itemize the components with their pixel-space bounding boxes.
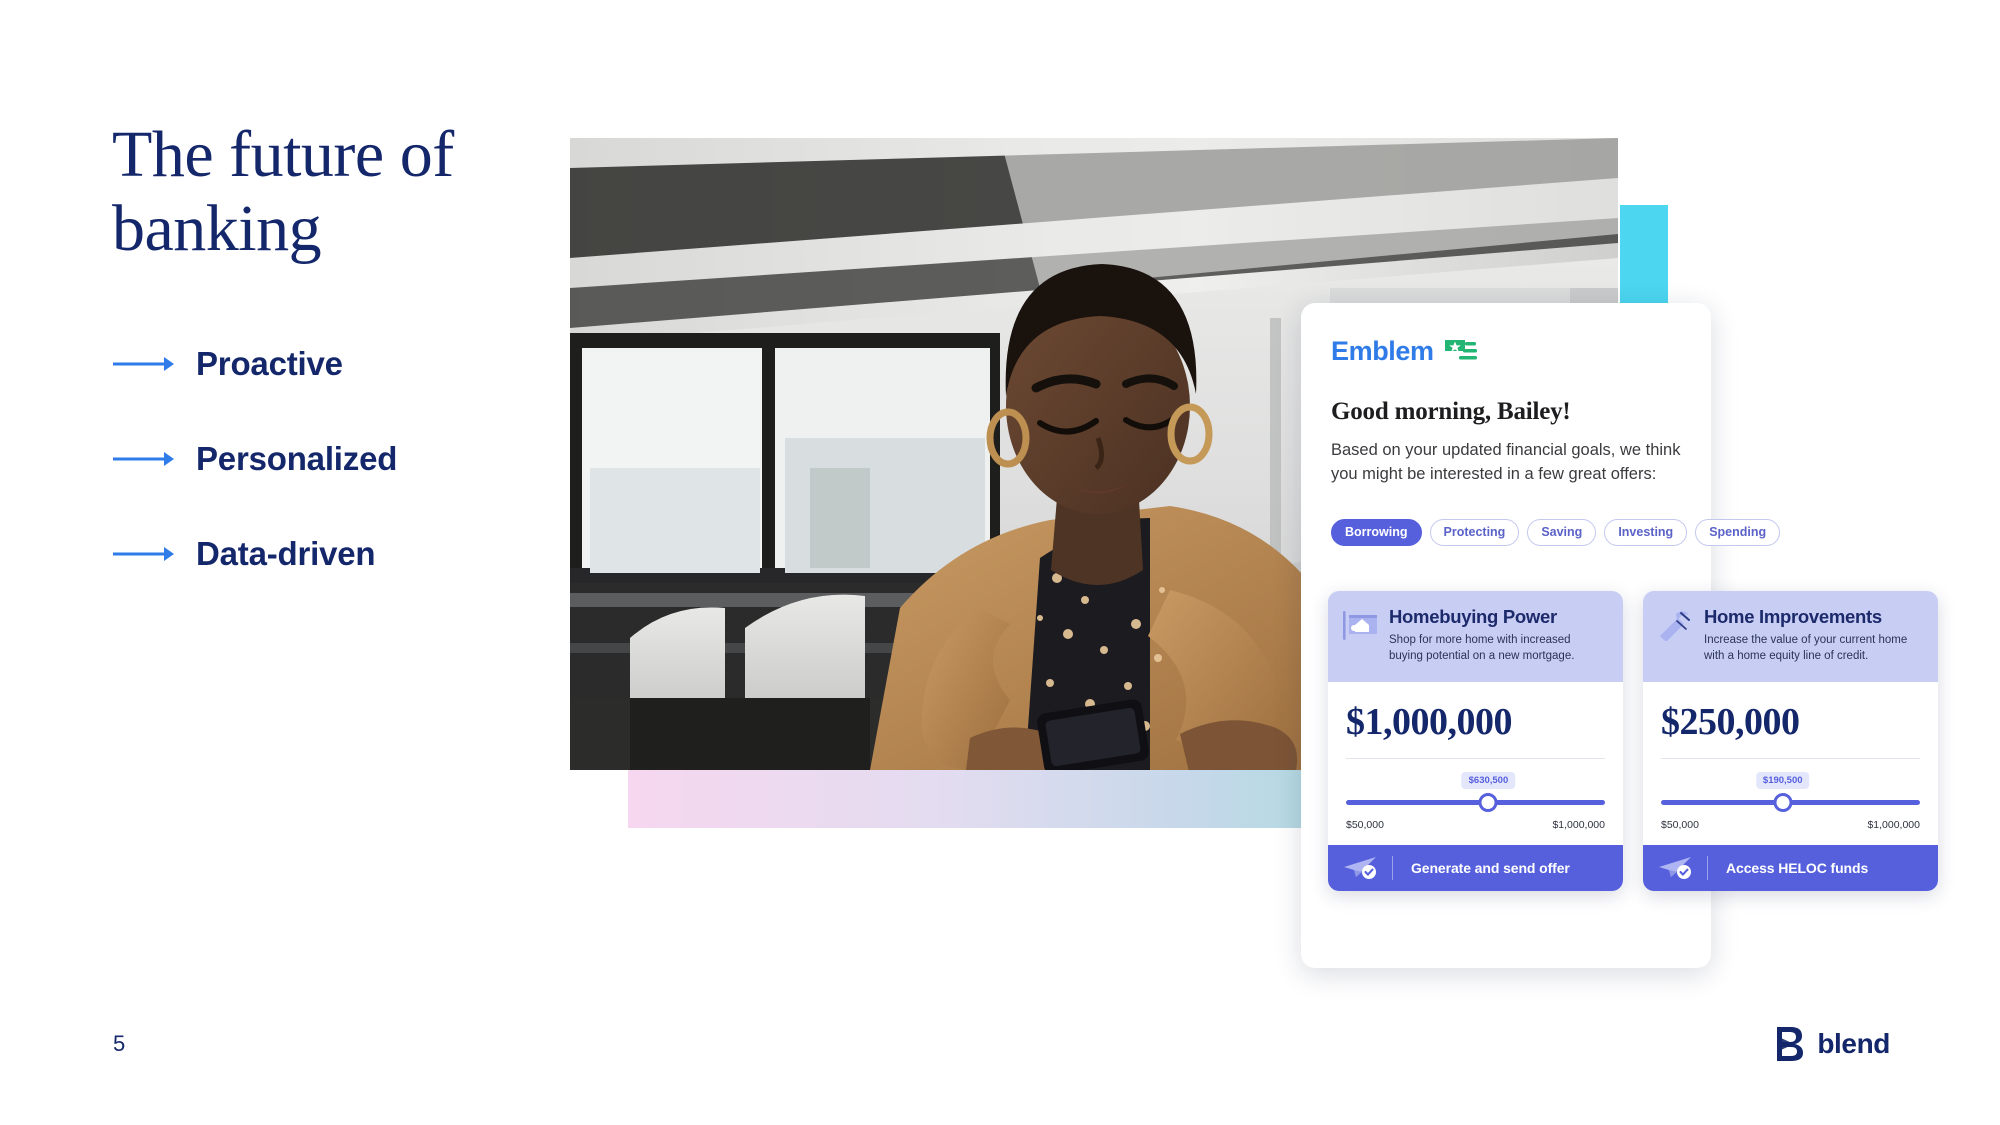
- slider-tooltip: $190,500: [1755, 772, 1810, 790]
- tab-investing[interactable]: Investing: [1604, 518, 1688, 546]
- list-item: Personalized: [112, 433, 532, 485]
- offer-title: Home Improvements: [1704, 606, 1882, 627]
- greeting-heading: Good morning, Bailey!: [1331, 398, 1571, 425]
- offer-header-text: Home Improvements Increase the value of …: [1704, 606, 1922, 664]
- offer-body: $250,000 $190,500 $50,000 $1,000,000 Acc…: [1643, 682, 1938, 892]
- slider-handle[interactable]: [1773, 793, 1793, 813]
- arrow-right-icon: [113, 356, 174, 371]
- offer-description: Shop for more home with increased buying…: [1389, 634, 1575, 662]
- slider-range-labels: $50,000 $1,000,000: [1661, 819, 1920, 831]
- category-tabs: Borrowing Protecting Saving Investing Sp…: [1331, 518, 1781, 546]
- offer-header: Homebuying Power Shop for more home with…: [1328, 591, 1623, 683]
- slider-min-label: $50,000: [1661, 819, 1699, 832]
- cta-label: Generate and send offer: [1411, 860, 1570, 877]
- offer-divider: [1346, 758, 1605, 760]
- slider-tooltip: $630,500: [1461, 772, 1516, 790]
- blend-logo: blend: [1773, 1025, 1890, 1063]
- offer-title: Homebuying Power: [1389, 606, 1557, 627]
- offer-amount: $1,000,000: [1346, 701, 1513, 744]
- bullet-label: Data-driven: [196, 534, 376, 572]
- offer-amount: $250,000: [1661, 701, 1800, 744]
- cta-label: Access HELOC funds: [1726, 860, 1869, 877]
- slider-handle[interactable]: [1478, 793, 1498, 813]
- app-brand: Emblem: [1331, 336, 1681, 366]
- offer-description: Increase the value of your current home …: [1704, 634, 1908, 662]
- arrow-right-icon: [113, 451, 174, 466]
- bullet-label: Personalized: [196, 439, 398, 477]
- app-card-content: Emblem Good morning, Bailey! Based on yo…: [1301, 303, 1781, 546]
- brand-name: Emblem: [1331, 335, 1434, 366]
- list-item: Data-driven: [112, 528, 532, 580]
- bullet-list: Proactive Personalized Data-driven: [112, 338, 532, 580]
- tab-borrowing[interactable]: Borrowing: [1331, 518, 1422, 546]
- cta-separator: [1392, 856, 1393, 881]
- page-number: 5: [113, 1031, 126, 1056]
- list-item: Proactive: [112, 338, 532, 390]
- offer-body: $1,000,000 $630,500 $50,000 $1,000,000 G…: [1328, 682, 1623, 892]
- tab-spending[interactable]: Spending: [1695, 518, 1781, 546]
- bullet-label: Proactive: [196, 344, 343, 382]
- offer-header: Home Improvements Increase the value of …: [1643, 591, 1938, 683]
- offer-card-home-improvements: Home Improvements Increase the value of …: [1643, 591, 1938, 892]
- slider-range-labels: $50,000 $1,000,000: [1346, 819, 1605, 831]
- generate-and-send-offer-button[interactable]: Generate and send offer: [1328, 845, 1623, 892]
- paper-plane-check-icon: [1659, 857, 1691, 880]
- flag-star-icon: [1444, 340, 1477, 360]
- offer-header-text: Homebuying Power Shop for more home with…: [1389, 606, 1607, 664]
- offer-card-homebuying: Homebuying Power Shop for more home with…: [1328, 591, 1623, 892]
- blend-b-icon: [1777, 1027, 1804, 1061]
- offer-divider: [1661, 758, 1920, 760]
- cta-separator: [1707, 856, 1708, 881]
- arrow-right-icon: [113, 546, 174, 561]
- tab-saving[interactable]: Saving: [1527, 518, 1597, 546]
- amount-slider[interactable]: $190,500 $50,000 $1,000,000: [1661, 772, 1920, 831]
- logo-wordmark: blend: [1817, 1028, 1890, 1059]
- house-window-icon: [1343, 611, 1377, 640]
- greeting-subcopy: Based on your updated financial goals, w…: [1331, 441, 1681, 483]
- paper-plane-check-icon: [1344, 857, 1376, 880]
- slider-max-label: $1,000,000: [1867, 819, 1920, 832]
- access-heloc-funds-button[interactable]: Access HELOC funds: [1643, 845, 1938, 892]
- slide-canvas: The future of banking Proactive Personal…: [0, 0, 2000, 1125]
- page-title: The future of banking: [112, 118, 454, 265]
- amount-slider[interactable]: $630,500 $50,000 $1,000,000: [1346, 772, 1605, 831]
- tab-protecting[interactable]: Protecting: [1429, 518, 1520, 546]
- hammer-icon: [1660, 611, 1690, 641]
- left-content-column: The future of banking Proactive Personal…: [112, 118, 532, 623]
- slider-max-label: $1,000,000: [1552, 819, 1605, 832]
- slider-min-label: $50,000: [1346, 819, 1384, 832]
- offer-card-list: Homebuying Power Shop for more home with…: [1328, 591, 1938, 892]
- slider-track[interactable]: [1346, 800, 1605, 806]
